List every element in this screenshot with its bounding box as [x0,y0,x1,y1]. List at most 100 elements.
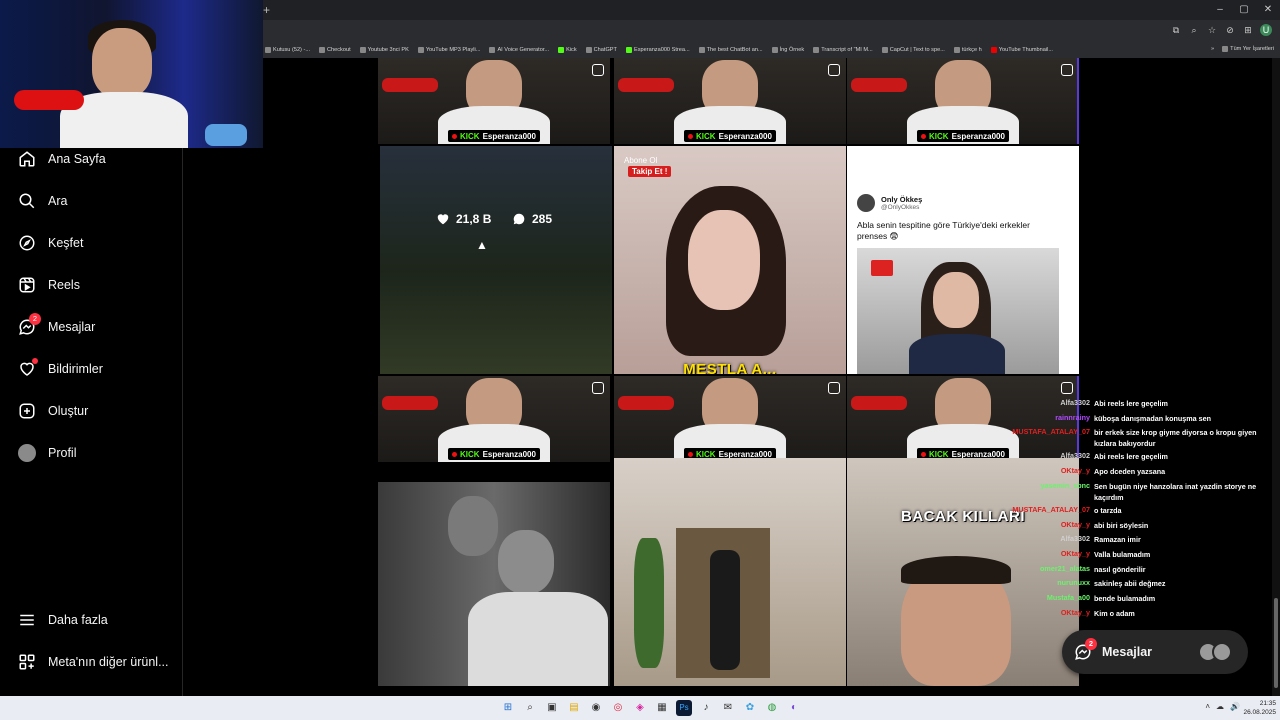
minimize-button[interactable]: – [1208,0,1232,20]
sidebar-item-more[interactable]: Daha fazla [18,611,108,629]
bookmark-item[interactable]: Transcript of "MI M... [813,47,873,53]
all-bookmarks-button[interactable]: Tüm Yer İşaretleri [1222,46,1274,52]
reel-icon [828,64,840,76]
chrome-icon[interactable]: ◍ [764,700,780,716]
browser-toolbar: ⧉ ⌕ ☆ ⊘ ⊞ U [263,20,1280,42]
compass-icon [18,234,36,252]
reel-tile[interactable]: Abone Ol Takip Et ! MESTLA A... [614,146,846,374]
news-logo [871,260,893,276]
search-icon[interactable]: ⌕ [522,700,538,716]
kick-banner: KICK Esperanza000 [448,130,540,142]
chat-message: nurunuxx sakinleş abii değmez [1057,578,1166,589]
reel-tile[interactable]: KICK Esperanza000 [378,58,610,144]
reel-tile-hovered[interactable]: 21,8 B 285 ▲ [380,146,612,374]
bookmark-item[interactable]: Kutusu (52) -... [265,47,310,53]
bookmark-item[interactable]: İng Örnek [771,47,804,53]
bookmark-item[interactable]: Checkout [319,47,351,53]
reel-tile[interactable]: Only Ökkeş @OnlyOkkes Abla senin tespiti… [847,146,1079,374]
maximize-button[interactable]: ▢ [1232,0,1256,20]
streamer-face [92,28,152,98]
bookmark-item[interactable]: CapCut | Text to spe... [881,47,945,53]
comment-filled-icon [513,213,525,225]
volume-icon[interactable]: 🔊 [1230,702,1240,711]
sidebar-item-explore[interactable]: Keşfet [18,234,83,252]
home-icon [18,150,36,168]
extension-icon[interactable]: ⊘ [1224,24,1236,36]
cast-icon[interactable]: ⧉ [1170,24,1182,36]
chat-message: OKtay_y Apo dceden yazsana [1060,466,1166,477]
app-icon[interactable]: ◐ [786,700,802,716]
chat-message: OKtay_y Valla bulamadım [1060,548,1151,559]
heart-icon [18,358,38,378]
recent-contacts [1198,642,1232,662]
folder-icon [953,47,960,53]
heart-filled-icon [437,214,449,225]
tray-expand-icon[interactable]: ˄ [1205,702,1210,711]
sidebar-item-search[interactable]: Ara [18,192,67,210]
scrollbar-thumb[interactable] [1274,598,1278,688]
avatar [857,194,875,212]
bookmarks-bar: Kutusu (52) -... Checkout Youtube 3nci P… [263,42,1280,58]
reel-icon [1061,382,1073,394]
instagram-icon[interactable]: ◈ [632,700,648,716]
reel-tile[interactable]: KICK Esperanza000 [614,58,846,144]
messages-floating-button[interactable]: 2 Mesajlar [1062,630,1248,674]
sidebar-item-meta-products[interactable]: Meta'nın diğer ürünl... [18,653,169,671]
like-count: 21,8 B [436,212,491,226]
reel-tile[interactable]: KICK Esperanza000 [614,376,846,462]
bookmark-item[interactable]: The best ChatBot an... [698,47,763,53]
sidebar-item-notifications[interactable]: Bildirimler [18,358,103,378]
window-controls: – ▢ ✕ [1208,0,1280,20]
folder-icon [1222,46,1229,52]
bookmark-star-icon[interactable]: ☆ [1206,24,1218,36]
bookmark-item[interactable]: Esperanza000 Strea... [625,47,690,53]
sidebar-item-create[interactable]: Oluştur [18,402,88,420]
subscribe-sticker: Takip Et ! [628,166,672,177]
tiktok-icon[interactable]: ♪ [698,700,714,716]
favicon-icon [359,47,366,53]
chat-message: MUSTAFA_ATALAY_07 bir erkek size krop giy… [1012,427,1257,449]
app-icon[interactable]: ▦ [654,700,670,716]
zoom-icon[interactable]: ⌕ [1188,24,1200,36]
reel-tile[interactable]: KICK Esperanza000 [847,58,1079,144]
messages-badge: 2 [1085,638,1097,650]
account-avatar[interactable]: U [1260,24,1272,36]
task-view-icon[interactable]: ▣ [544,700,560,716]
reel-tile[interactable] [378,482,610,686]
close-button[interactable]: ✕ [1256,0,1280,20]
chat-message: omer21_alatas nasıl gönderilir [1040,563,1146,574]
sidebar-item-profile[interactable]: Profil [18,444,76,462]
bookmark-item[interactable]: Kick [558,47,577,53]
avatar [1212,642,1232,662]
kick-banner: KICK Esperanza000 [448,448,540,460]
cloud-icon[interactable]: ☁ [1216,702,1224,711]
photoshop-icon[interactable]: Ps [676,700,692,716]
search-icon [18,192,36,210]
system-clock[interactable]: 21:35 26.08.2025 [1243,699,1276,717]
page-scrollbar[interactable] [1272,58,1280,696]
sidebar-item-messages[interactable]: 2 Mesajlar [18,313,95,336]
bookmark-item[interactable]: YouTube MP3 Playli... [417,47,480,53]
new-tab-button[interactable]: + [263,3,270,17]
app-icon[interactable]: ◉ [588,700,604,716]
reel-tile[interactable] [614,458,846,686]
chat-message: OKtay_y abi biri söylesin [1060,519,1149,530]
bookmarks-overflow-button[interactable]: » [1211,46,1214,52]
mail-icon[interactable]: ✉ [720,700,736,716]
bookmark-item[interactable]: AI Voice Generator... [489,47,549,53]
bookmark-item[interactable]: türkçe h [953,47,982,53]
bookmark-item[interactable]: ChatGPT [585,47,617,53]
app-icon[interactable]: ✿ [742,700,758,716]
reels-icon [18,276,36,294]
start-icon[interactable]: ⊞ [500,700,516,716]
bookmark-item[interactable]: Youtube 3nci PK [359,47,409,53]
file-explorer-icon[interactable]: ▤ [566,700,582,716]
bookmark-item[interactable]: YouTube Thumbnail... [990,47,1053,53]
extensions-puzzle-icon[interactable]: ⊞ [1242,24,1254,36]
opera-icon[interactable]: ◎ [610,700,626,716]
sidebar-item-home[interactable]: Ana Sayfa [18,150,106,168]
reel-tile[interactable]: KICK Esperanza000 [378,376,610,462]
webcam-overlay [0,0,263,148]
microphone [14,90,84,110]
sidebar-item-reels[interactable]: Reels [18,276,80,294]
